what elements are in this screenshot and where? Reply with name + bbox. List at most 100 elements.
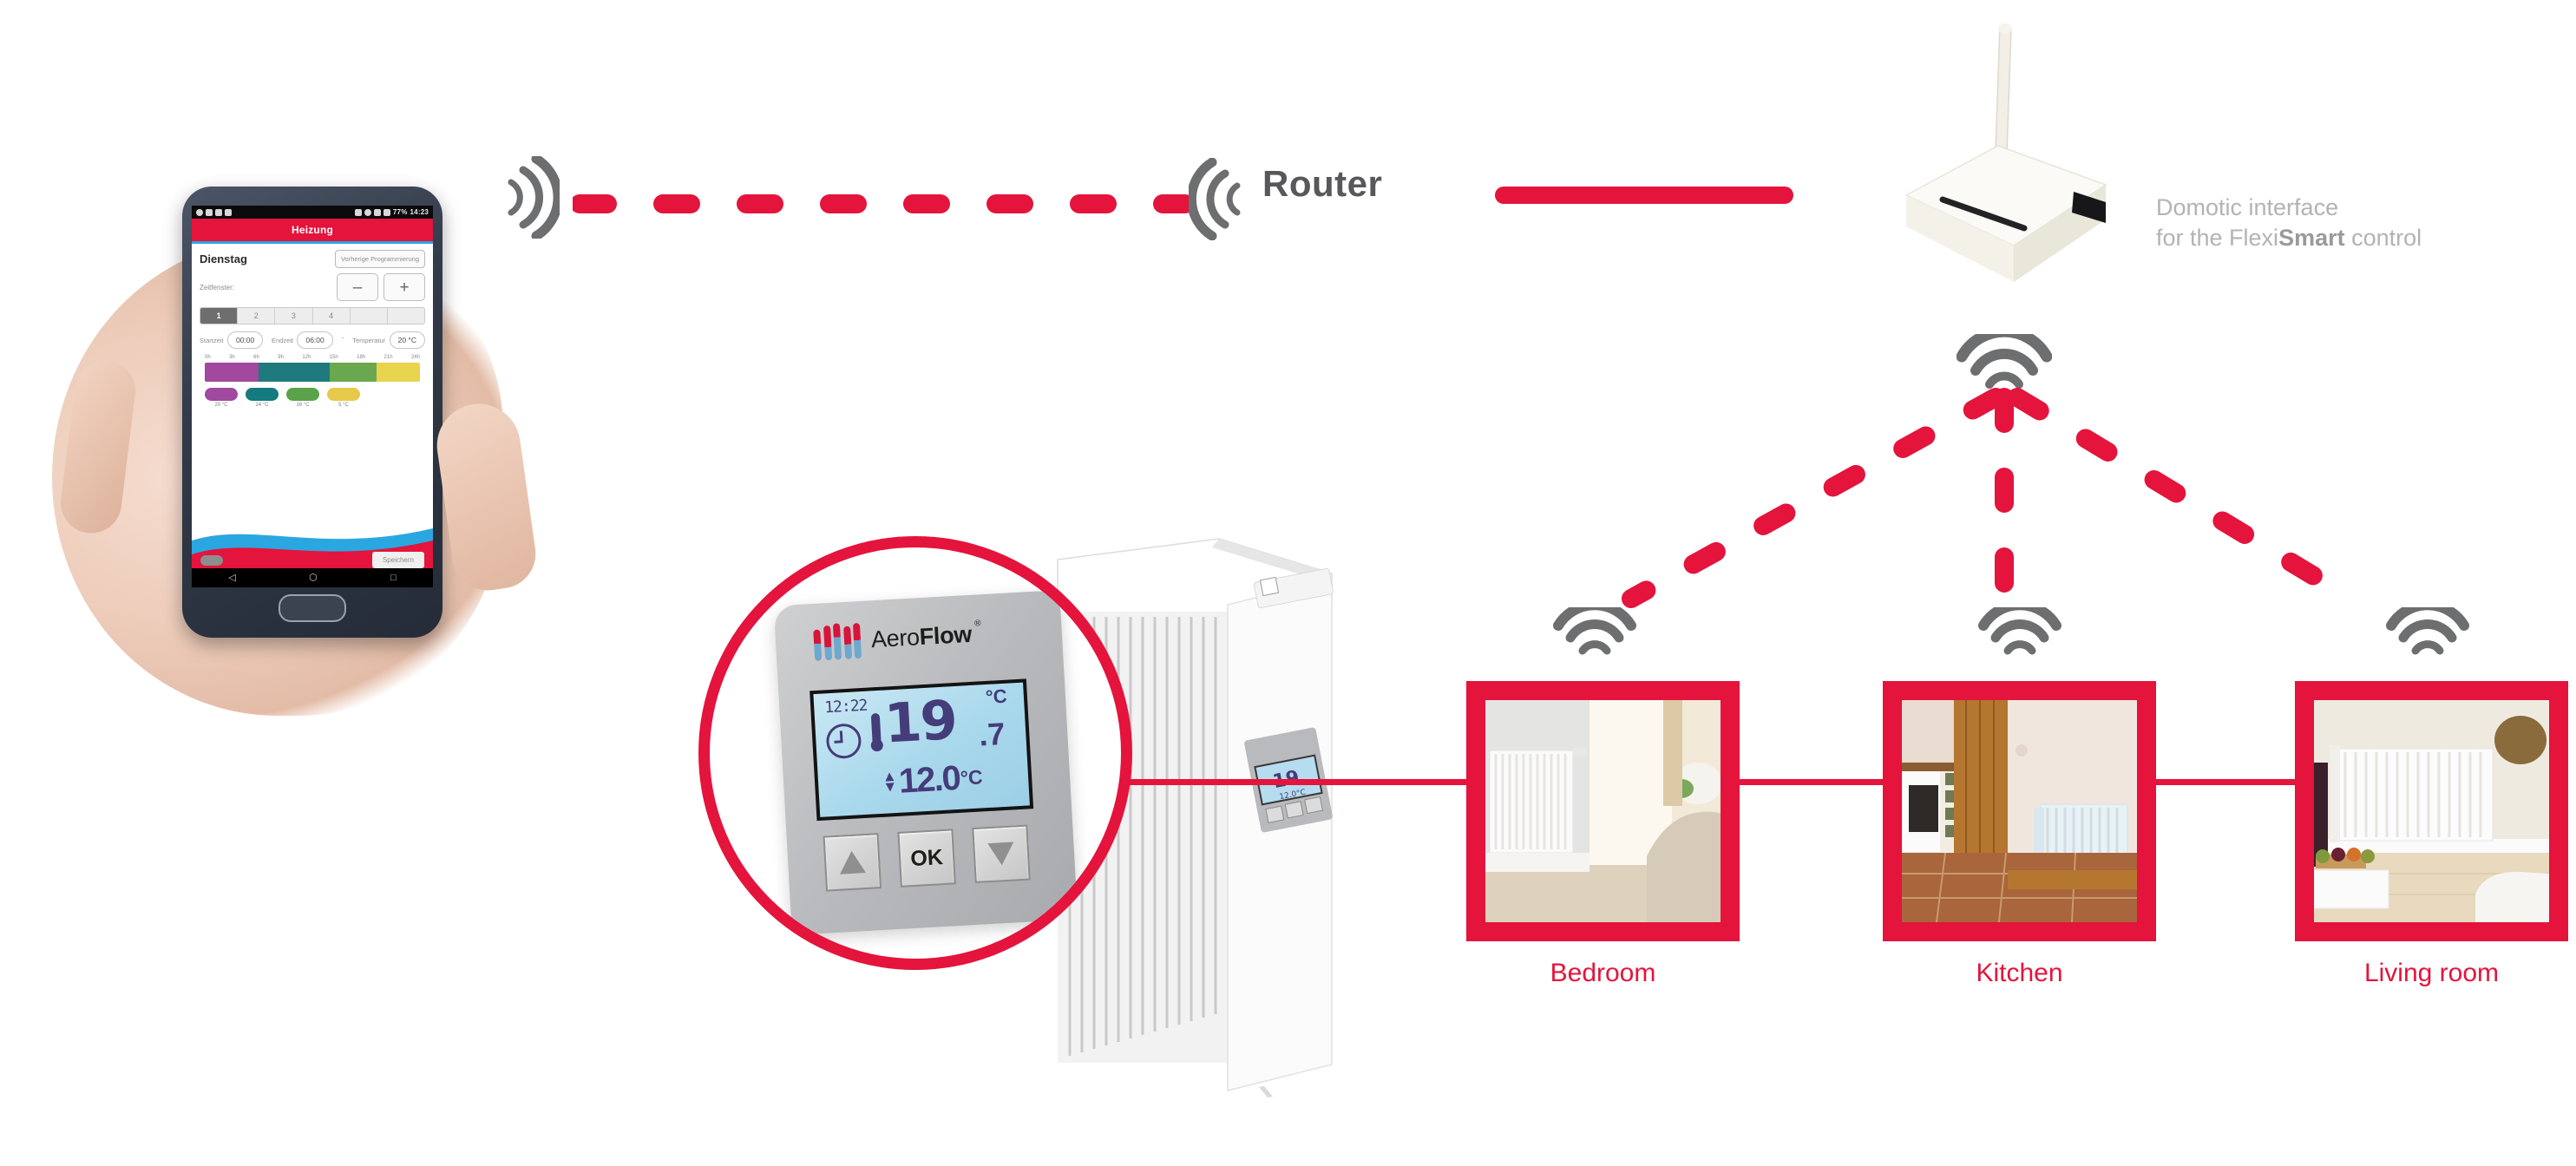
domotic-line2-post: control [2344,224,2422,251]
legend-label-2: 16 °C [296,403,310,408]
weekday-label: Dienstag [200,252,247,265]
domotic-line2-pre: for the Flexi [2156,224,2279,251]
bedroom-kitchen-connector [1740,779,1885,785]
nav-recent-icon[interactable]: □ [390,573,397,583]
legend-item-0: 20 °C [205,388,238,408]
hour-tick-2: 6h [253,355,259,360]
status-clock: 14:23 [410,208,429,216]
livingroom-label: Living room [2363,959,2500,987]
phone-screen[interactable]: 77% 14:23 Heizung Dienstag Vorherige Pro… [192,206,433,587]
app-icon [225,208,232,216]
thermostat-magnifier: AeroFlow ® 12:22 19 .7 °C ▲ ▼ 12.0 °C OK [698,536,1132,970]
legend-swatch-2 [286,388,319,401]
hour-axis: 0h 3h 6h 9h 12h 15h 18h 21h 24h [205,355,420,360]
bedroom-label: Bedroom [1550,959,1656,987]
domotic-line-1: Domotic interface [2156,194,2339,220]
start-time-caption: Startzeit [200,337,224,344]
timeline-segment-1[interactable] [259,363,330,382]
start-time-value[interactable]: 00:00 [226,331,264,349]
timeslot-tab-4[interactable]: 4 [313,308,351,324]
logo-wordmark: AeroFlow ® [870,619,980,652]
hour-tick-4: 12h [302,355,311,360]
thermometer-icon [869,712,884,759]
domotic-line2-bold: Smart [2278,224,2345,251]
room-card-kitchen[interactable]: Kitchen [1883,681,2156,988]
bedroom-photo [1485,700,1721,922]
phone-wifi-icon [499,156,560,239]
livingroom-photo [2314,700,2549,922]
timeslot-tab-6[interactable] [388,308,424,324]
ok-button[interactable]: OK [897,829,956,888]
setpoint-temperature: 12.0 [897,758,960,801]
livingroom-wifi-icon [2386,607,2469,661]
alarm-icon [354,208,362,216]
timewindow-label: Zeitfenster: [200,283,235,292]
temperature-legend: 20 °C 24 °C 16 °C 5 °C [205,388,420,408]
end-time-caption: Endzeit [271,337,294,344]
timeline-segment-2[interactable] [329,363,377,382]
timeslot-tab-2[interactable]: 2 [238,308,276,324]
temperature-value[interactable]: 20 °C [389,331,425,349]
field-separator: - [341,333,344,342]
aeroflow-logo: AeroFlow ® [774,590,1063,663]
hour-tick-6: 18h [357,355,366,360]
bedroom-frame [1466,681,1740,941]
legend-swatch-0 [205,388,238,401]
end-time-value[interactable]: 06:00 [297,331,333,349]
timeslot-tab-3[interactable]: 3 [275,308,313,324]
mail-icon [215,208,222,216]
setpoint-row: ▲ ▼ 12.0 °C [882,758,984,801]
end-time-field[interactable]: Endzeit 06:00 [271,331,333,349]
previous-programming-button[interactable]: Vorherige Programmierung [334,250,425,268]
router-wifi-icon [1189,158,1249,240]
domotic-interface-device [1852,22,2139,325]
diagram-canvas: 77% 14:23 Heizung Dienstag Vorherige Pro… [0,0,2576,1166]
device-room-dashed-links [1622,388,2361,610]
hour-tick-0: 0h [205,355,211,360]
schedule-timeline[interactable] [205,363,420,382]
hour-tick-5: 15h [329,355,338,360]
current-temperature: 19 [882,688,958,756]
phone-home-button[interactable] [279,594,346,622]
room-card-bedroom[interactable]: Bedroom [1466,681,1740,988]
minus-button[interactable]: – [337,273,378,301]
hour-tick-3: 9h [278,355,284,360]
timeslot-tab-5[interactable] [351,308,388,324]
save-button[interactable]: Speichern [371,552,424,568]
smartphone[interactable]: 77% 14:23 Heizung Dienstag Vorherige Pro… [182,187,442,638]
bedroom-wifi-icon [1553,607,1636,661]
legend-label-3: 5 °C [338,403,349,408]
temperature-field[interactable]: Temperatur 20 °C [352,331,425,349]
logo-flow: Flow [918,620,973,650]
stepper-group: – + [337,273,425,301]
logo-bars-icon [813,622,862,661]
temperature-caption: Temperatur [352,337,386,344]
timewindow-row: Zeitfenster: – + [200,273,425,301]
start-time-field[interactable]: Startzeit 00:00 [200,331,264,349]
up-button[interactable] [823,833,882,892]
current-temperature-decimal: .7 [978,715,1006,753]
timeline-segment-0[interactable] [205,363,259,382]
enable-toggle[interactable] [200,554,223,566]
down-button[interactable] [972,824,1031,884]
router-device-link [1495,187,1793,204]
timeslot-tabs[interactable]: 1234 [200,307,425,324]
thermostat-buttons: OK [823,824,1031,892]
timeslot-tab-1[interactable]: 1 [200,308,239,324]
room-card-livingroom[interactable]: Living room [2295,681,2568,988]
android-navbar[interactable]: ◁ ⬡ □ [192,568,433,587]
link-to-livingroom [2008,388,2361,608]
domotic-interface-caption: Domotic interface for the FlexiSmart con… [2156,193,2564,252]
status-left-icons [196,208,232,216]
nav-back-icon[interactable]: ◁ [228,573,235,583]
hour-tick-7: 21h [383,355,393,360]
kitchen-photo [1902,700,2137,922]
plus-button[interactable]: + [383,273,425,301]
legend-item-1: 24 °C [246,388,279,408]
hour-tick-8: 24h [410,355,420,360]
thermostat-unit[interactable]: AeroFlow ® 12:22 19 .7 °C ▲ ▼ 12.0 °C OK [773,590,1078,935]
nav-home-icon[interactable]: ⬡ [309,573,318,583]
current-temperature-unit: °C [985,685,1008,709]
kitchen-livingroom-connector [2156,779,2297,785]
timeline-segment-3[interactable] [377,363,420,382]
